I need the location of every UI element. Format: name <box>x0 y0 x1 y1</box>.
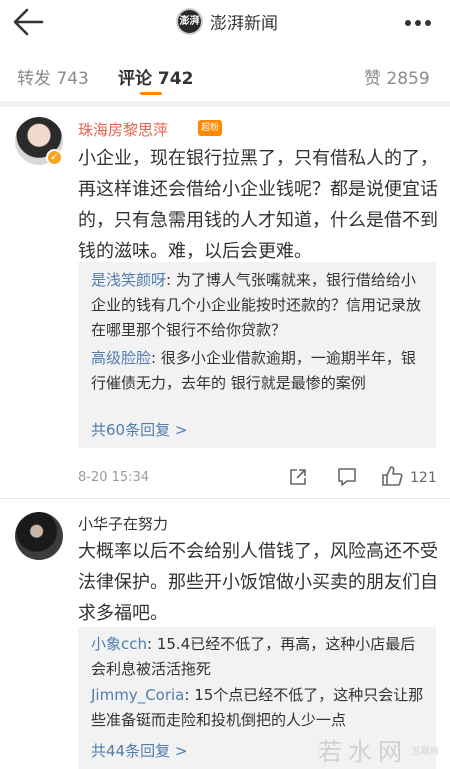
tab-like[interactable]: 赞 2859 <box>364 64 430 89</box>
like-count: 121 <box>410 470 437 486</box>
watermark: 若水网 <box>318 738 408 766</box>
comment-text: 大概率以后不会给别人借钱了，风险高还不受法律保护。那些开小饭馆做小买卖的朋友们自… <box>78 541 438 624</box>
reply-box: 是浅笑颜呀: 为了博人气张嘴就来，银行借给给小企业的钱有几个小企业能按时还款的？… <box>78 262 436 448</box>
verified-badge-icon: ✓ <box>46 149 63 166</box>
more-replies-link[interactable]: 共60条回复 > <box>91 419 187 440</box>
comment-timestamp: 8-20 15:34 <box>78 470 150 485</box>
back-arrow-icon[interactable] <box>8 3 48 41</box>
account-name[interactable]: 澎湃新闻 <box>210 9 278 34</box>
reply-username[interactable]: 是浅笑颜呀 <box>91 271 166 289</box>
avatar[interactable] <box>15 512 63 560</box>
reply-item: 高级脸脸: 很多小企业借款逾期，一逾期半年，银行催债无力，去年的 银行就是最惨的… <box>91 346 429 396</box>
watermark-sub: 互联网 <box>412 747 440 757</box>
account-logo[interactable]: 澎湃 <box>176 8 203 35</box>
more-replies-link[interactable]: 共44条回复 > <box>91 740 187 761</box>
comment-username[interactable]: 小华子在努力 <box>78 513 168 534</box>
tab-repost[interactable]: 转发 743 <box>17 64 89 89</box>
comment-username[interactable]: 珠海房黎思萍 <box>78 119 168 140</box>
more-options-icon[interactable] <box>400 8 436 38</box>
reply-username[interactable]: Jimmy_Coria <box>91 686 184 704</box>
comment-icon[interactable] <box>336 467 358 487</box>
share-icon[interactable] <box>288 467 308 487</box>
fan-badge: 超粉 <box>198 120 222 136</box>
reply-item: 是浅笑颜呀: 为了博人气张嘴就来，银行借给给小企业的钱有几个小企业能按时还款的？… <box>91 268 429 343</box>
section-divider <box>0 101 450 107</box>
top-bar: 澎湃 澎湃新闻 <box>0 0 450 46</box>
comment-divider <box>0 498 450 499</box>
reply-username[interactable]: 小象cch <box>91 635 147 653</box>
reply-username[interactable]: 高级脸脸 <box>91 349 151 367</box>
reply-item: 小象cch: 15.4已经不低了，再高，这种小店最后会利息被活活拖死 <box>91 632 429 682</box>
active-tab-indicator <box>140 92 162 95</box>
comment-text: 小企业，现在银行拉黑了，只有借私人的了，再这样谁还会借给小企业钱呢？都是说便宜话… <box>78 148 438 262</box>
reply-item: Jimmy_Coria: 15个点已经不低了，这种只会让那些准备铤而走险和投机倒… <box>91 683 429 733</box>
thumbs-up-icon[interactable] <box>381 465 403 487</box>
tab-bar: 转发 743 评论 742 赞 2859 <box>0 56 450 96</box>
tab-comment[interactable]: 评论 742 <box>118 64 193 89</box>
